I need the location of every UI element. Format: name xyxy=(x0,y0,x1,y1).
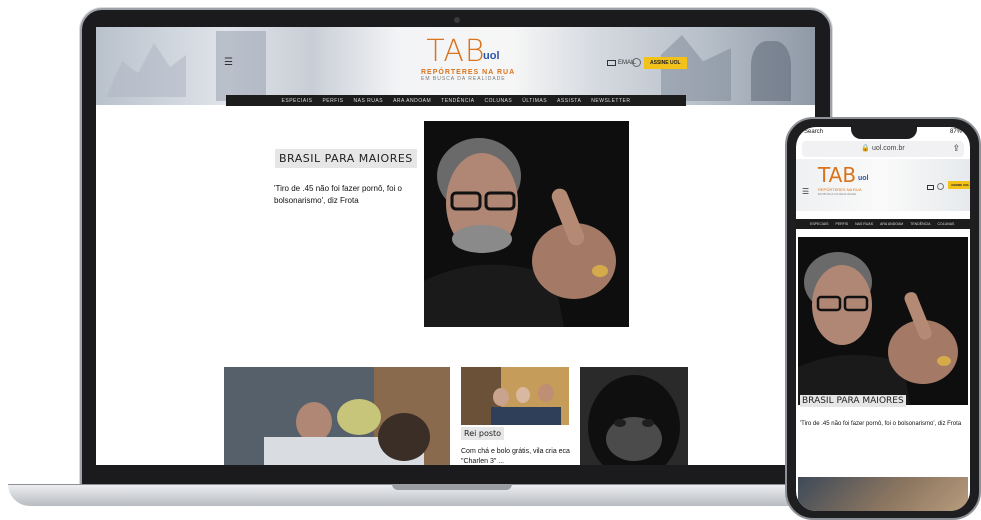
story-headline[interactable]: Com chá e bolo grátis, vila cria eca "Ch… xyxy=(461,447,571,465)
hero-headline[interactable]: 'Tiro de .45 não foi fazer pornô, foi o … xyxy=(274,183,404,207)
mobile-hero-kicker[interactable]: BRASIL PARA MAIORES xyxy=(800,395,906,407)
phone-screen: Search 87% 🔒 uol.com.br ⇪ ☰ TAB uol REPÓ… xyxy=(796,127,970,511)
story-kicker[interactable]: Rei posto xyxy=(461,427,505,440)
url-text: uol.com.br xyxy=(871,145,905,152)
subscribe-button[interactable]: ASSINE UOL xyxy=(644,57,687,69)
status-battery: 87% xyxy=(949,129,962,135)
lock-icon: 🔒 xyxy=(861,145,871,152)
phone-notch xyxy=(851,127,917,139)
portrait-illustration xyxy=(424,121,629,327)
logo-uol-text: uol xyxy=(483,50,500,62)
laptop-trackpad-notch xyxy=(392,484,512,490)
laptop-screen: ☰ TAB uol REPÓRTERES NA RUA EM BUSCA DA … xyxy=(96,27,815,465)
logo-tagline-sub: EM BUSCA DA REALIDADE xyxy=(818,192,857,196)
nav-item-assista[interactable]: ASSISTA xyxy=(557,98,581,104)
story-thumbnail[interactable] xyxy=(461,367,569,425)
nav-item-ara-andoam[interactable]: ARA ANDOAM xyxy=(393,98,431,104)
bed-scene-illustration xyxy=(224,367,450,465)
mobile-hero-photo[interactable] xyxy=(798,237,968,405)
address-bar[interactable]: 🔒 uol.com.br xyxy=(802,141,964,157)
envelope-icon[interactable] xyxy=(927,185,934,190)
mobile-nav: ESPECIAIS PERFIS NAS RUAS ARA ANDOAM TEN… xyxy=(796,219,970,229)
nav-item-especiais[interactable]: ESPECIAIS xyxy=(810,222,828,226)
story-thumbnail[interactable] xyxy=(224,367,450,465)
hamburger-icon[interactable]: ☰ xyxy=(224,57,233,68)
logo-tagline-sub: EM BUSCA DA REALIDADE xyxy=(421,76,506,82)
subscribe-button[interactable]: ASSINE UOL xyxy=(948,181,970,189)
hero-kicker[interactable]: BRASIL PARA MAIORES xyxy=(275,149,417,168)
mobile-hero-headline[interactable]: 'Tiro de .45 não foi fazer pornô, foi o … xyxy=(800,421,966,427)
logo-tab-text: TAB xyxy=(818,163,857,187)
logo-tab-text: TAB xyxy=(426,34,486,69)
logo-tagline: REPÓRTERES NA RUA xyxy=(421,69,516,76)
nav-item-nas-ruas[interactable]: NAS RUAS xyxy=(855,222,873,226)
main-nav: ESPECIAIS PERFIS NAS RUAS ARA ANDOAM TEN… xyxy=(226,95,686,106)
mobile-logo[interactable]: TAB uol REPÓRTERES NA RUA EM BUSCA DA RE… xyxy=(818,163,869,196)
nav-item-nas-ruas[interactable]: NAS RUAS xyxy=(354,98,384,104)
nav-item-tendencia[interactable]: TENDÊNCIA xyxy=(441,98,474,104)
site-header: ☰ TAB uol REPÓRTERES NA RUA EM BUSCA DA … xyxy=(96,27,815,106)
status-carrier: Search xyxy=(804,129,824,135)
site-logo[interactable]: TAB uol REPÓRTERES NA RUA EM BUSCA DA RE… xyxy=(421,34,516,83)
hero-photo[interactable] xyxy=(424,121,629,327)
nav-item-colunas[interactable]: COLUNAS xyxy=(937,222,954,226)
phone-device: Search 87% 🔒 uol.com.br ⇪ ☰ TAB uol REPÓ… xyxy=(785,117,981,520)
header-collage-decoration xyxy=(751,41,791,101)
logo-uol-text: uol xyxy=(858,175,869,182)
nav-item-perfis[interactable]: PERFIS xyxy=(835,222,848,226)
header-collage-decoration xyxy=(106,43,186,97)
nav-item-perfis[interactable]: PERFIS xyxy=(322,98,343,104)
user-icon[interactable] xyxy=(937,183,944,190)
gorilla-mask-illustration xyxy=(580,367,688,465)
envelope-icon xyxy=(607,60,616,66)
nav-item-newsletter[interactable]: NEWSLETTER xyxy=(591,98,630,104)
camera-icon xyxy=(454,17,460,23)
share-icon[interactable]: ⇪ xyxy=(952,143,960,154)
group-scene-illustration xyxy=(461,367,569,425)
nav-item-ultimas[interactable]: ÚLTIMAS xyxy=(522,98,547,104)
nav-item-colunas[interactable]: COLUNAS xyxy=(485,98,513,104)
nav-item-tendencia[interactable]: TENDÊNCIA xyxy=(910,222,930,226)
user-icon[interactable] xyxy=(632,58,641,67)
nav-item-ara-andoam[interactable]: ARA ANDOAM xyxy=(880,222,903,226)
mobile-story-thumbnail[interactable] xyxy=(798,477,968,511)
story-thumbnail[interactable] xyxy=(580,367,688,465)
portrait-illustration xyxy=(798,237,968,405)
nav-item-especiais[interactable]: ESPECIAIS xyxy=(282,98,313,104)
hamburger-icon[interactable]: ☰ xyxy=(802,187,809,196)
